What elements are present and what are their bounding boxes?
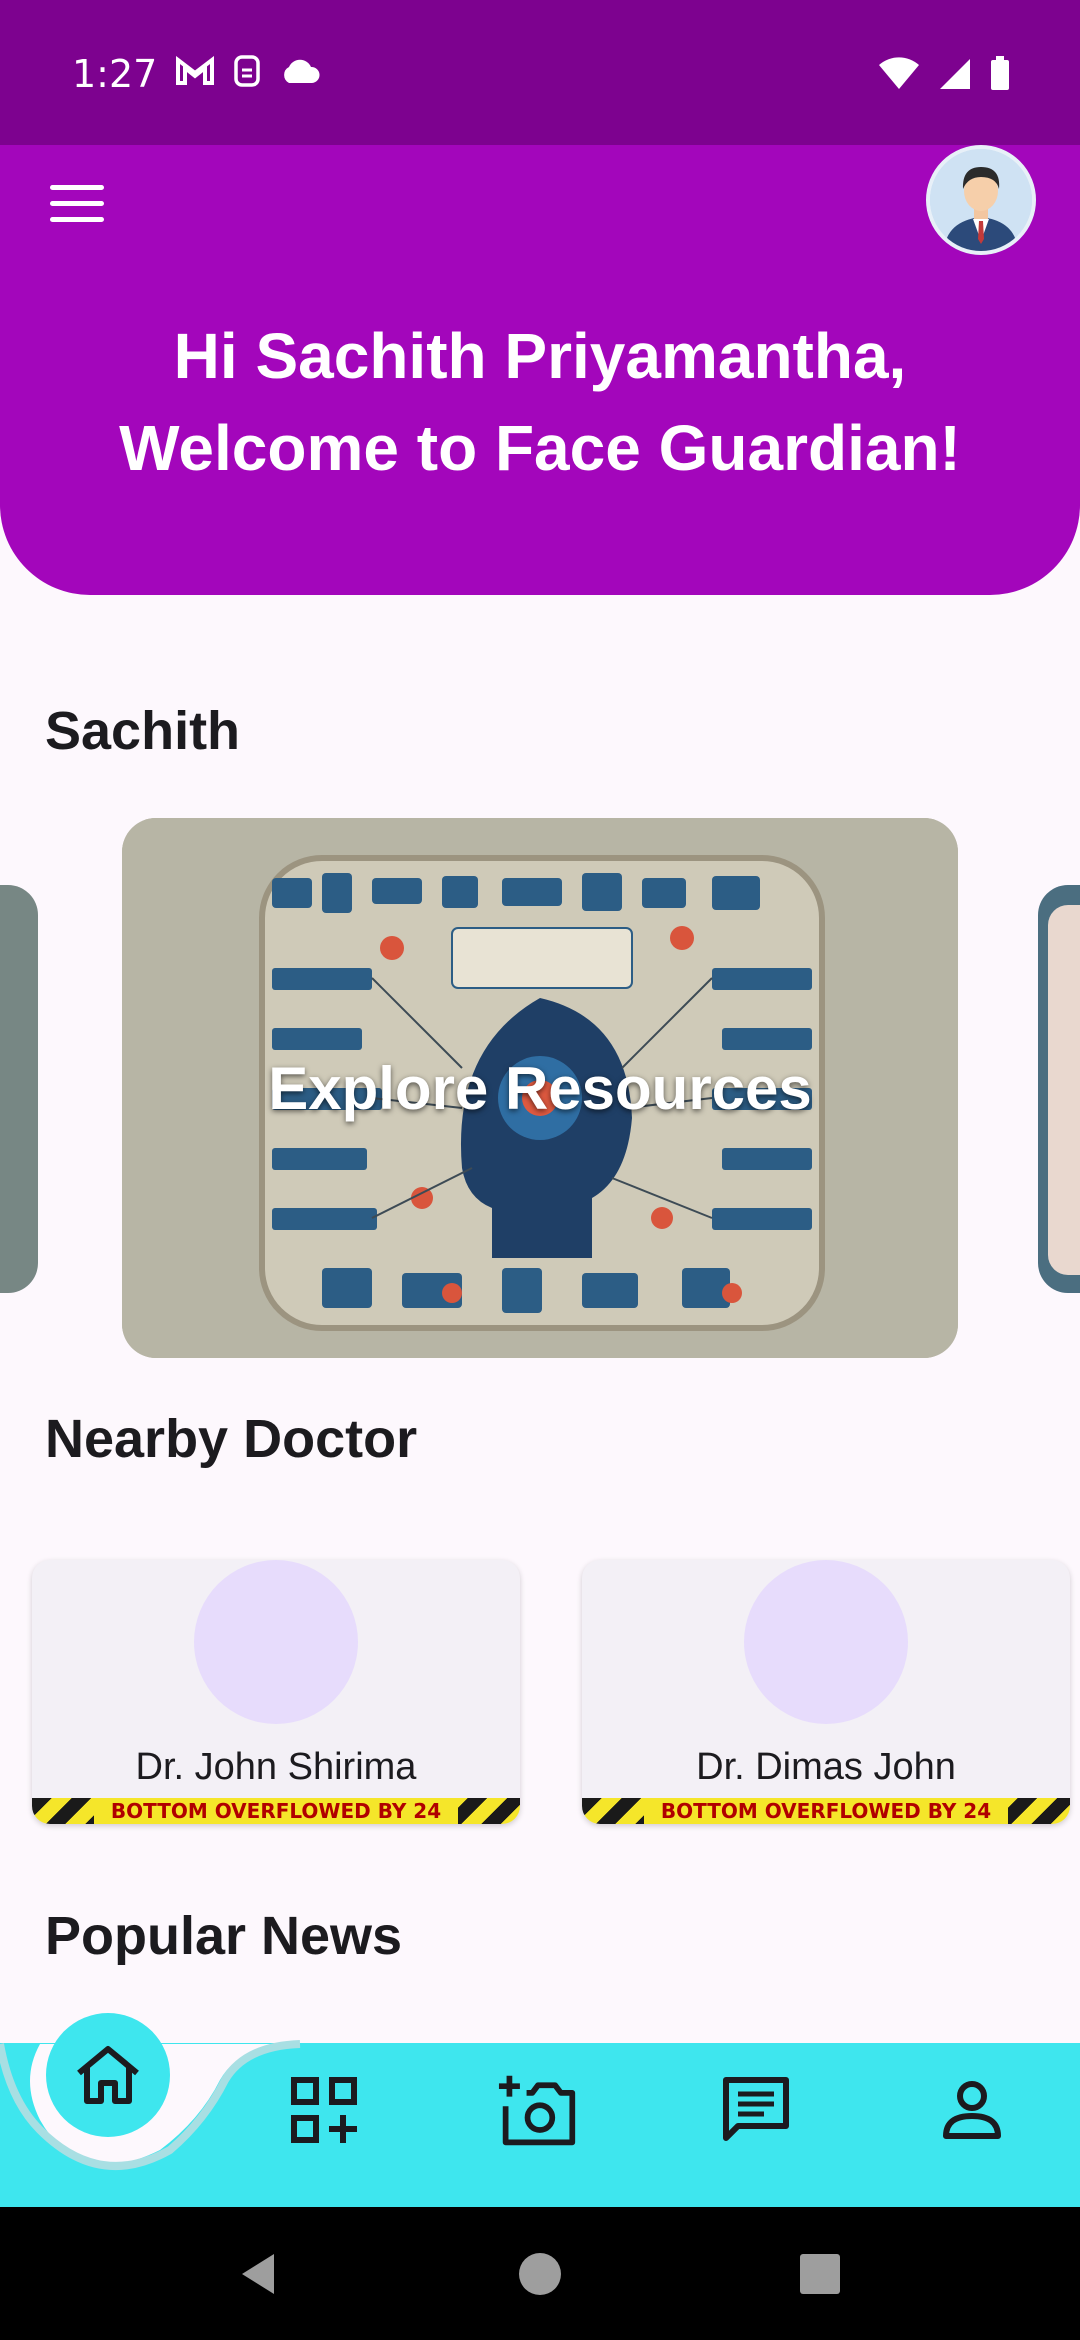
doctor-name: Dr. John Shirima xyxy=(135,1746,417,1788)
nav-profile-button[interactable] xyxy=(932,2070,1012,2150)
nav-chat-button[interactable] xyxy=(716,2070,796,2150)
doctor-avatar xyxy=(744,1560,908,1724)
home-system-button[interactable] xyxy=(490,2207,590,2340)
recents-square-icon xyxy=(800,2253,840,2294)
overflow-warning-text: BOTTOM OVERFLOWED BY 24 PIXELS xyxy=(644,1798,1008,1824)
wifi-icon xyxy=(879,57,919,89)
signal-icon xyxy=(940,59,970,89)
sim-icon xyxy=(234,55,260,87)
home-circle-icon xyxy=(519,2252,561,2295)
dashboard-add-icon xyxy=(291,2077,357,2143)
system-navigation-bar xyxy=(0,2207,1080,2340)
welcome-line-1: Hi Sachith Priyamantha, xyxy=(173,320,907,392)
recents-button[interactable] xyxy=(770,2207,870,2340)
overflow-warning-bar: BOTTOM OVERFLOWED BY 24 PIXELS xyxy=(32,1798,520,1824)
chat-icon xyxy=(723,2077,789,2141)
doctor-name: Dr. Dimas John xyxy=(696,1746,956,1788)
carousel-next-card[interactable] xyxy=(1038,885,1080,1293)
back-triangle-icon xyxy=(242,2253,274,2294)
welcome-header: Hi Sachith Priyamantha, Welcome to Face … xyxy=(0,145,1080,595)
doctor-card[interactable]: Dr. John Shirima ENT Doctor BOTTOM OVERF… xyxy=(32,1560,520,1824)
user-section-title: Sachith xyxy=(45,701,241,761)
nearby-doctor-title: Nearby Doctor xyxy=(45,1409,418,1469)
explore-resources-card[interactable]: Explore Resources xyxy=(122,818,958,1358)
nav-dashboard-button[interactable] xyxy=(284,2070,364,2150)
battery-icon xyxy=(991,56,1009,90)
back-button[interactable] xyxy=(208,2207,308,2340)
nav-camera-button[interactable] xyxy=(498,2070,578,2150)
add-photo-icon xyxy=(498,2075,576,2146)
carousel-prev-card[interactable] xyxy=(0,885,38,1293)
carousel-label: Explore Resources xyxy=(268,1055,812,1122)
menu-icon[interactable] xyxy=(50,185,104,225)
doctor-avatar xyxy=(194,1560,358,1724)
cloud-icon xyxy=(284,59,320,83)
welcome-message: Hi Sachith Priyamantha, Welcome to Face … xyxy=(0,310,1080,494)
status-time: 1:27 xyxy=(72,52,158,96)
gmail-icon xyxy=(176,56,214,85)
avatar[interactable] xyxy=(926,145,1036,255)
profile-icon xyxy=(943,2081,1001,2139)
nav-home-button[interactable] xyxy=(46,2013,170,2137)
status-bar: 1:27 xyxy=(0,0,1080,145)
popular-news-title: Popular News xyxy=(45,1906,403,1966)
overflow-warning-bar: BOTTOM OVERFLOWED BY 24 PIXELS xyxy=(582,1798,1070,1824)
doctor-card[interactable]: Dr. Dimas John Heart Specialist BOTTOM O… xyxy=(582,1560,1070,1824)
home-icon xyxy=(77,2046,139,2104)
overflow-warning-text: BOTTOM OVERFLOWED BY 24 PIXELS xyxy=(94,1798,458,1824)
welcome-line-2: Welcome to Face Guardian! xyxy=(119,412,961,484)
